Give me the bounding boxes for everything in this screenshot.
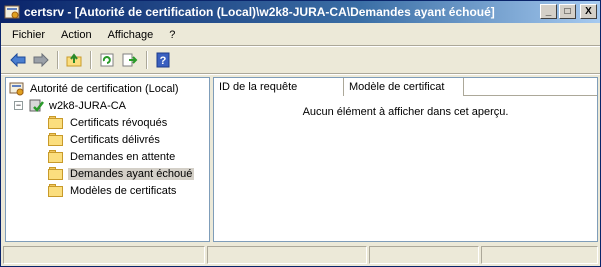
empty-list-message: Aucun élément à afficher dans cet aperçu…: [302, 106, 509, 118]
console-tree[interactable]: Autorité de certification (Local) − w2k8…: [5, 77, 210, 242]
column-header-template[interactable]: Modèle de certificat: [344, 78, 464, 96]
tree-root-label: Autorité de certification (Local): [30, 82, 179, 95]
svg-text:?: ?: [160, 55, 167, 67]
tree-item-ca[interactable]: − w2k8-JURA-CA: [14, 97, 128, 114]
status-bar: [3, 246, 598, 264]
close-button[interactable]: X: [580, 4, 597, 19]
export-list-icon[interactable]: [119, 50, 141, 70]
column-header-filler: [464, 78, 597, 95]
help-icon[interactable]: ?: [152, 50, 174, 70]
menu-action[interactable]: Action: [53, 29, 100, 41]
toolbar-separator: [90, 51, 92, 69]
toolbar-separator: [146, 51, 148, 69]
status-cell: [207, 246, 367, 264]
folder-icon: [48, 116, 64, 129]
folder-icon: [48, 133, 64, 146]
tree-label-selected: Demandes ayant échoué: [68, 167, 195, 180]
status-cell: [481, 246, 598, 264]
window-title: certsrv - [Autorité de certification (Lo…: [24, 5, 495, 19]
tree-label: Modèles de certificats: [70, 184, 177, 197]
minimize-button[interactable]: _: [540, 4, 557, 19]
ca-server-icon: [28, 99, 44, 113]
mmc-window: certsrv - [Autorité de certification (Lo…: [0, 0, 601, 267]
status-cell: [369, 246, 479, 264]
folder-icon: [48, 184, 64, 197]
tree-ca-label: w2k8-JURA-CA: [49, 99, 127, 112]
certsrv-app-icon: [4, 4, 20, 20]
refresh-icon[interactable]: [96, 50, 118, 70]
up-folder-icon[interactable]: [63, 50, 85, 70]
menu-affichage[interactable]: Affichage: [100, 29, 162, 41]
tree-item-pending[interactable]: Demandes en attente: [48, 148, 177, 165]
toolbar-separator: [57, 51, 59, 69]
tree-root[interactable]: Autorité de certification (Local): [9, 80, 181, 97]
menu-bar: Fichier Action Affichage ?: [1, 25, 600, 45]
tree-item-failed[interactable]: Demandes ayant échoué: [48, 165, 195, 182]
back-arrow-icon[interactable]: [7, 50, 29, 70]
folder-icon: [48, 167, 64, 180]
menu-fichier[interactable]: Fichier: [4, 29, 53, 41]
title-bar[interactable]: certsrv - [Autorité de certification (Lo…: [1, 1, 600, 23]
tree-label: Certificats délivrés: [70, 133, 160, 146]
status-cell: [3, 246, 205, 264]
tree-item-issued[interactable]: Certificats délivrés: [48, 131, 162, 148]
folder-icon: [48, 150, 64, 163]
collapse-icon[interactable]: −: [14, 101, 23, 110]
forward-arrow-icon[interactable]: [30, 50, 52, 70]
tree-label: Demandes en attente: [70, 150, 176, 163]
toolbar: ?: [1, 48, 600, 72]
tree-item-revoked[interactable]: Certificats révoqués: [48, 114, 169, 131]
certificate-authority-icon: [9, 82, 25, 96]
maximize-button[interactable]: □: [559, 4, 576, 19]
menu-divider: [1, 45, 600, 47]
menu-help[interactable]: ?: [161, 29, 183, 41]
column-header-request-id[interactable]: ID de la requête: [214, 78, 344, 96]
toolbar-divider: [1, 73, 600, 75]
results-pane[interactable]: ID de la requête Modèle de certificat Au…: [213, 77, 598, 242]
column-headers: ID de la requête Modèle de certificat: [214, 78, 597, 96]
tree-label: Certificats révoqués: [70, 116, 168, 129]
tree-item-templates[interactable]: Modèles de certificats: [48, 182, 178, 199]
